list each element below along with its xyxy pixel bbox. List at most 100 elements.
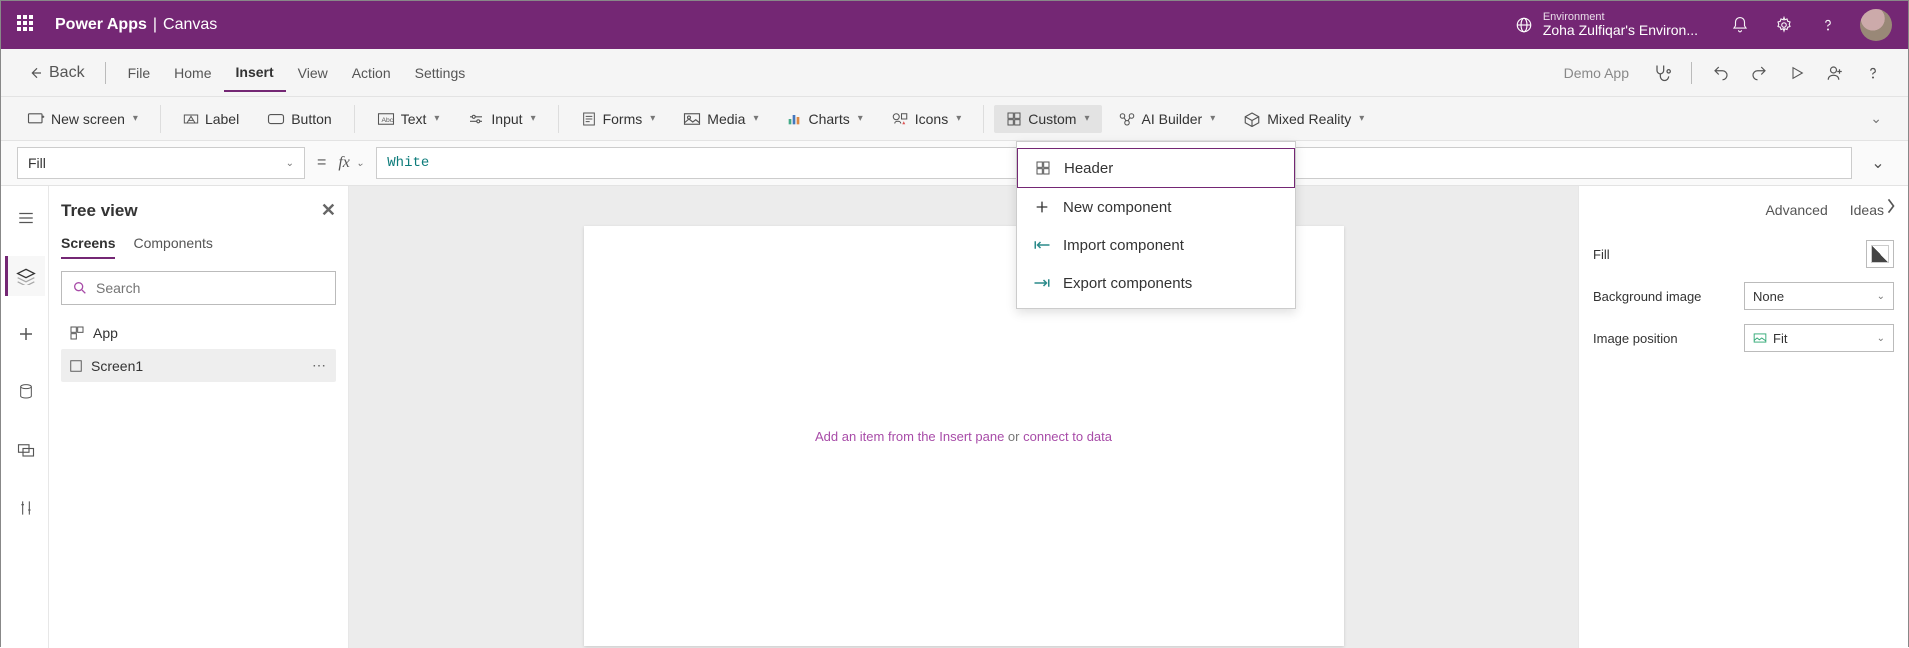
preview-button[interactable] bbox=[1778, 55, 1816, 91]
canvas-hint-data-link[interactable]: connect to data bbox=[1023, 429, 1112, 444]
chevron-down-icon: ▾ bbox=[133, 113, 138, 124]
popup-item-export[interactable]: Export components bbox=[1017, 264, 1295, 302]
settings-button[interactable] bbox=[1762, 1, 1806, 49]
ribbon-new-screen-label: New screen bbox=[51, 111, 125, 127]
ribbon-custom-label: Custom bbox=[1028, 111, 1076, 127]
chevron-down-icon: ⌄ bbox=[1877, 291, 1885, 302]
form-icon bbox=[581, 111, 597, 127]
arrow-left-icon bbox=[27, 65, 43, 81]
popup-item-header[interactable]: Header bbox=[1017, 148, 1295, 188]
ribbon-label[interactable]: Label bbox=[171, 105, 251, 133]
component-icon bbox=[1006, 111, 1022, 127]
property-dropdown[interactable]: Fill ⌄ bbox=[17, 147, 305, 179]
ribbon-input[interactable]: Input ▾ bbox=[455, 105, 547, 133]
tree-tab-components[interactable]: Components bbox=[133, 235, 212, 259]
divider bbox=[105, 62, 106, 84]
formula-expand[interactable]: ⌄ bbox=[1864, 147, 1892, 179]
prop-tab-advanced[interactable]: Advanced bbox=[1765, 202, 1827, 218]
chevron-down-icon: ⌄ bbox=[1870, 110, 1882, 127]
rail-data[interactable] bbox=[5, 372, 45, 412]
component-icon bbox=[1034, 159, 1052, 177]
share-button[interactable] bbox=[1816, 55, 1854, 91]
rail-tree-view[interactable] bbox=[5, 256, 45, 296]
prop-tab-ideas[interactable]: Ideas bbox=[1850, 202, 1884, 218]
ribbon-icons-label: Icons bbox=[915, 111, 948, 127]
prop-fill-label: Fill bbox=[1593, 247, 1610, 262]
prop-fill-swatch[interactable] bbox=[1866, 240, 1894, 268]
person-plus-icon bbox=[1826, 64, 1844, 82]
help2-button[interactable] bbox=[1854, 55, 1892, 91]
chevron-right-icon[interactable] bbox=[1884, 196, 1898, 216]
button-icon bbox=[267, 113, 285, 125]
stethoscope-icon bbox=[1652, 63, 1672, 83]
ribbon-media[interactable]: Media▾ bbox=[671, 105, 770, 133]
ribbon-ai-builder[interactable]: AI Builder▾ bbox=[1106, 105, 1228, 133]
divider bbox=[983, 105, 984, 133]
icons-icon bbox=[891, 111, 909, 127]
menu-home[interactable]: Home bbox=[162, 55, 223, 91]
ribbon-mr-label: Mixed Reality bbox=[1267, 111, 1351, 127]
screen-plus-icon bbox=[27, 112, 45, 126]
app-launcher-icon[interactable] bbox=[17, 15, 37, 35]
ribbon-new-screen[interactable]: New screen ▾ bbox=[15, 105, 150, 133]
tree-item-more[interactable]: ⋯ bbox=[312, 357, 328, 374]
menu-action[interactable]: Action bbox=[340, 55, 403, 91]
ribbon-text[interactable]: Abc Text▾ bbox=[365, 105, 452, 133]
ribbon-overflow[interactable]: ⌄ bbox=[1856, 104, 1894, 133]
app-icon bbox=[69, 325, 85, 341]
tree-search-input[interactable] bbox=[96, 280, 325, 296]
divider bbox=[558, 105, 559, 133]
popup-item-new-component[interactable]: New component bbox=[1017, 188, 1295, 226]
fx-button[interactable]: fx ⌄ bbox=[338, 154, 364, 172]
canvas-hint: Add an item from the Insert pane or conn… bbox=[815, 429, 1112, 444]
chevron-down-icon: ▾ bbox=[531, 113, 536, 124]
divider bbox=[1691, 62, 1692, 84]
rail-hamburger[interactable] bbox=[5, 198, 45, 238]
tree-search[interactable] bbox=[61, 271, 336, 305]
tree-item-app[interactable]: App bbox=[61, 317, 336, 349]
divider bbox=[160, 105, 161, 133]
ribbon-mixed-reality[interactable]: Mixed Reality▾ bbox=[1231, 105, 1376, 133]
help-button[interactable] bbox=[1806, 1, 1850, 49]
ribbon-input-label: Input bbox=[491, 111, 522, 127]
ribbon-icons[interactable]: Icons▾ bbox=[879, 105, 974, 133]
close-tree-button[interactable]: ✕ bbox=[321, 200, 336, 221]
user-avatar[interactable] bbox=[1860, 9, 1892, 41]
environment-label: Environment bbox=[1543, 11, 1698, 23]
ribbon-text-label: Text bbox=[401, 111, 427, 127]
environment-name: Zoha Zulfiqar's Environ... bbox=[1543, 23, 1698, 38]
tree-tab-screens[interactable]: Screens bbox=[61, 235, 115, 259]
rail-media[interactable] bbox=[5, 430, 45, 470]
chevron-down-icon: ▾ bbox=[858, 113, 863, 124]
menu-file[interactable]: File bbox=[116, 55, 163, 91]
popup-item-import[interactable]: Import component bbox=[1017, 226, 1295, 264]
canvas-hint-insert-link[interactable]: Add an item from the Insert pane bbox=[815, 429, 1004, 444]
chevron-down-icon: ▾ bbox=[753, 113, 758, 124]
bell-icon bbox=[1731, 16, 1749, 34]
menu-insert[interactable]: Insert bbox=[224, 54, 286, 92]
import-icon bbox=[1033, 236, 1051, 254]
menu-view[interactable]: View bbox=[286, 55, 340, 91]
ribbon-button[interactable]: Button bbox=[255, 105, 343, 133]
globe-icon bbox=[1515, 16, 1533, 34]
prop-imgpos-dropdown[interactable]: Fit ⌄ bbox=[1744, 324, 1894, 352]
menu-settings[interactable]: Settings bbox=[403, 55, 478, 91]
layers-icon bbox=[16, 267, 36, 285]
environment-picker[interactable]: Environment Zoha Zulfiqar's Environ... bbox=[1515, 11, 1698, 38]
rail-insert[interactable] bbox=[5, 314, 45, 354]
chevron-down-icon: ⌄ bbox=[356, 158, 364, 169]
rail-tools[interactable] bbox=[5, 488, 45, 528]
prop-bg-dropdown[interactable]: None ⌄ bbox=[1744, 282, 1894, 310]
ribbon-forms[interactable]: Forms▾ bbox=[569, 105, 668, 133]
undo-button[interactable] bbox=[1702, 55, 1740, 91]
redo-button[interactable] bbox=[1740, 55, 1778, 91]
app-checker-button[interactable] bbox=[1643, 55, 1681, 91]
hamburger-icon bbox=[17, 211, 35, 225]
chevron-down-icon: ⌄ bbox=[1871, 153, 1884, 173]
ribbon-custom[interactable]: Custom▾ bbox=[994, 105, 1101, 133]
ribbon-charts[interactable]: Charts▾ bbox=[774, 105, 874, 133]
notifications-button[interactable] bbox=[1718, 1, 1762, 49]
ribbon-ai-label: AI Builder bbox=[1142, 111, 1203, 127]
back-button[interactable]: Back bbox=[17, 58, 95, 88]
tree-item-screen1[interactable]: Screen1 ⋯ bbox=[61, 349, 336, 382]
